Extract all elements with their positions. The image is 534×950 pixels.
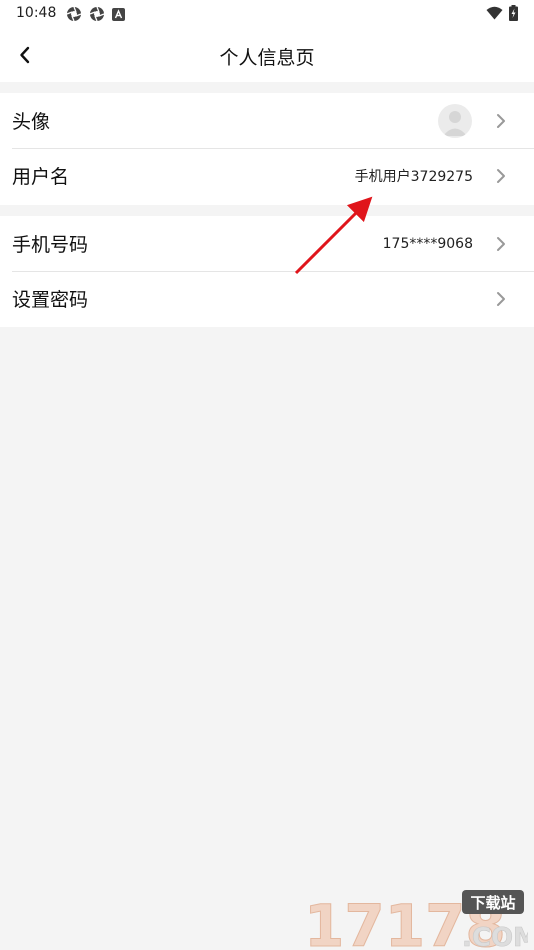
user-silhouette-icon — [443, 111, 467, 136]
phone-row[interactable]: 手机号码 175****9068 — [0, 216, 534, 271]
watermark-suffix-text: .COM — [462, 923, 528, 950]
battery-charging-icon — [509, 5, 518, 21]
account-section: 手机号码 175****9068 设置密码 — [0, 216, 534, 327]
app-a-icon — [112, 7, 125, 21]
status-system-icons — [486, 5, 518, 21]
wifi-icon — [486, 6, 503, 20]
row-label: 用户名 — [12, 166, 70, 188]
chevron-right-icon — [497, 114, 505, 128]
page-title: 个人信息页 — [219, 47, 315, 69]
shutter-icon — [66, 6, 82, 22]
avatar[interactable] — [438, 104, 472, 138]
username-row[interactable]: 用户名 手机用户3729275 — [0, 148, 534, 203]
username-value: 手机用户3729275 — [354, 168, 473, 185]
site-watermark-logo: 17178 下载站 .COM — [304, 890, 528, 950]
section-divider — [0, 82, 534, 93]
status-bar: 10:48 — [0, 0, 534, 28]
row-label: 头像 — [12, 111, 51, 133]
shutter-icon — [89, 6, 105, 22]
chevron-right-icon — [497, 237, 505, 251]
navigation-bar: 个人信息页 — [0, 28, 534, 82]
chevron-right-icon — [497, 292, 505, 306]
row-label: 手机号码 — [12, 234, 89, 256]
status-time: 10:48 — [16, 5, 57, 21]
chevron-right-icon — [497, 169, 505, 183]
avatar-row[interactable]: 头像 — [0, 93, 534, 148]
password-row[interactable]: 设置密码 — [0, 271, 534, 326]
status-notification-icons — [66, 6, 125, 22]
row-label: 设置密码 — [12, 289, 89, 311]
phone-value: 175****9068 — [382, 235, 473, 252]
profile-section: 头像 用户名 手机用户3729275 — [0, 93, 534, 205]
watermark-badge-text: 下载站 — [470, 894, 515, 912]
